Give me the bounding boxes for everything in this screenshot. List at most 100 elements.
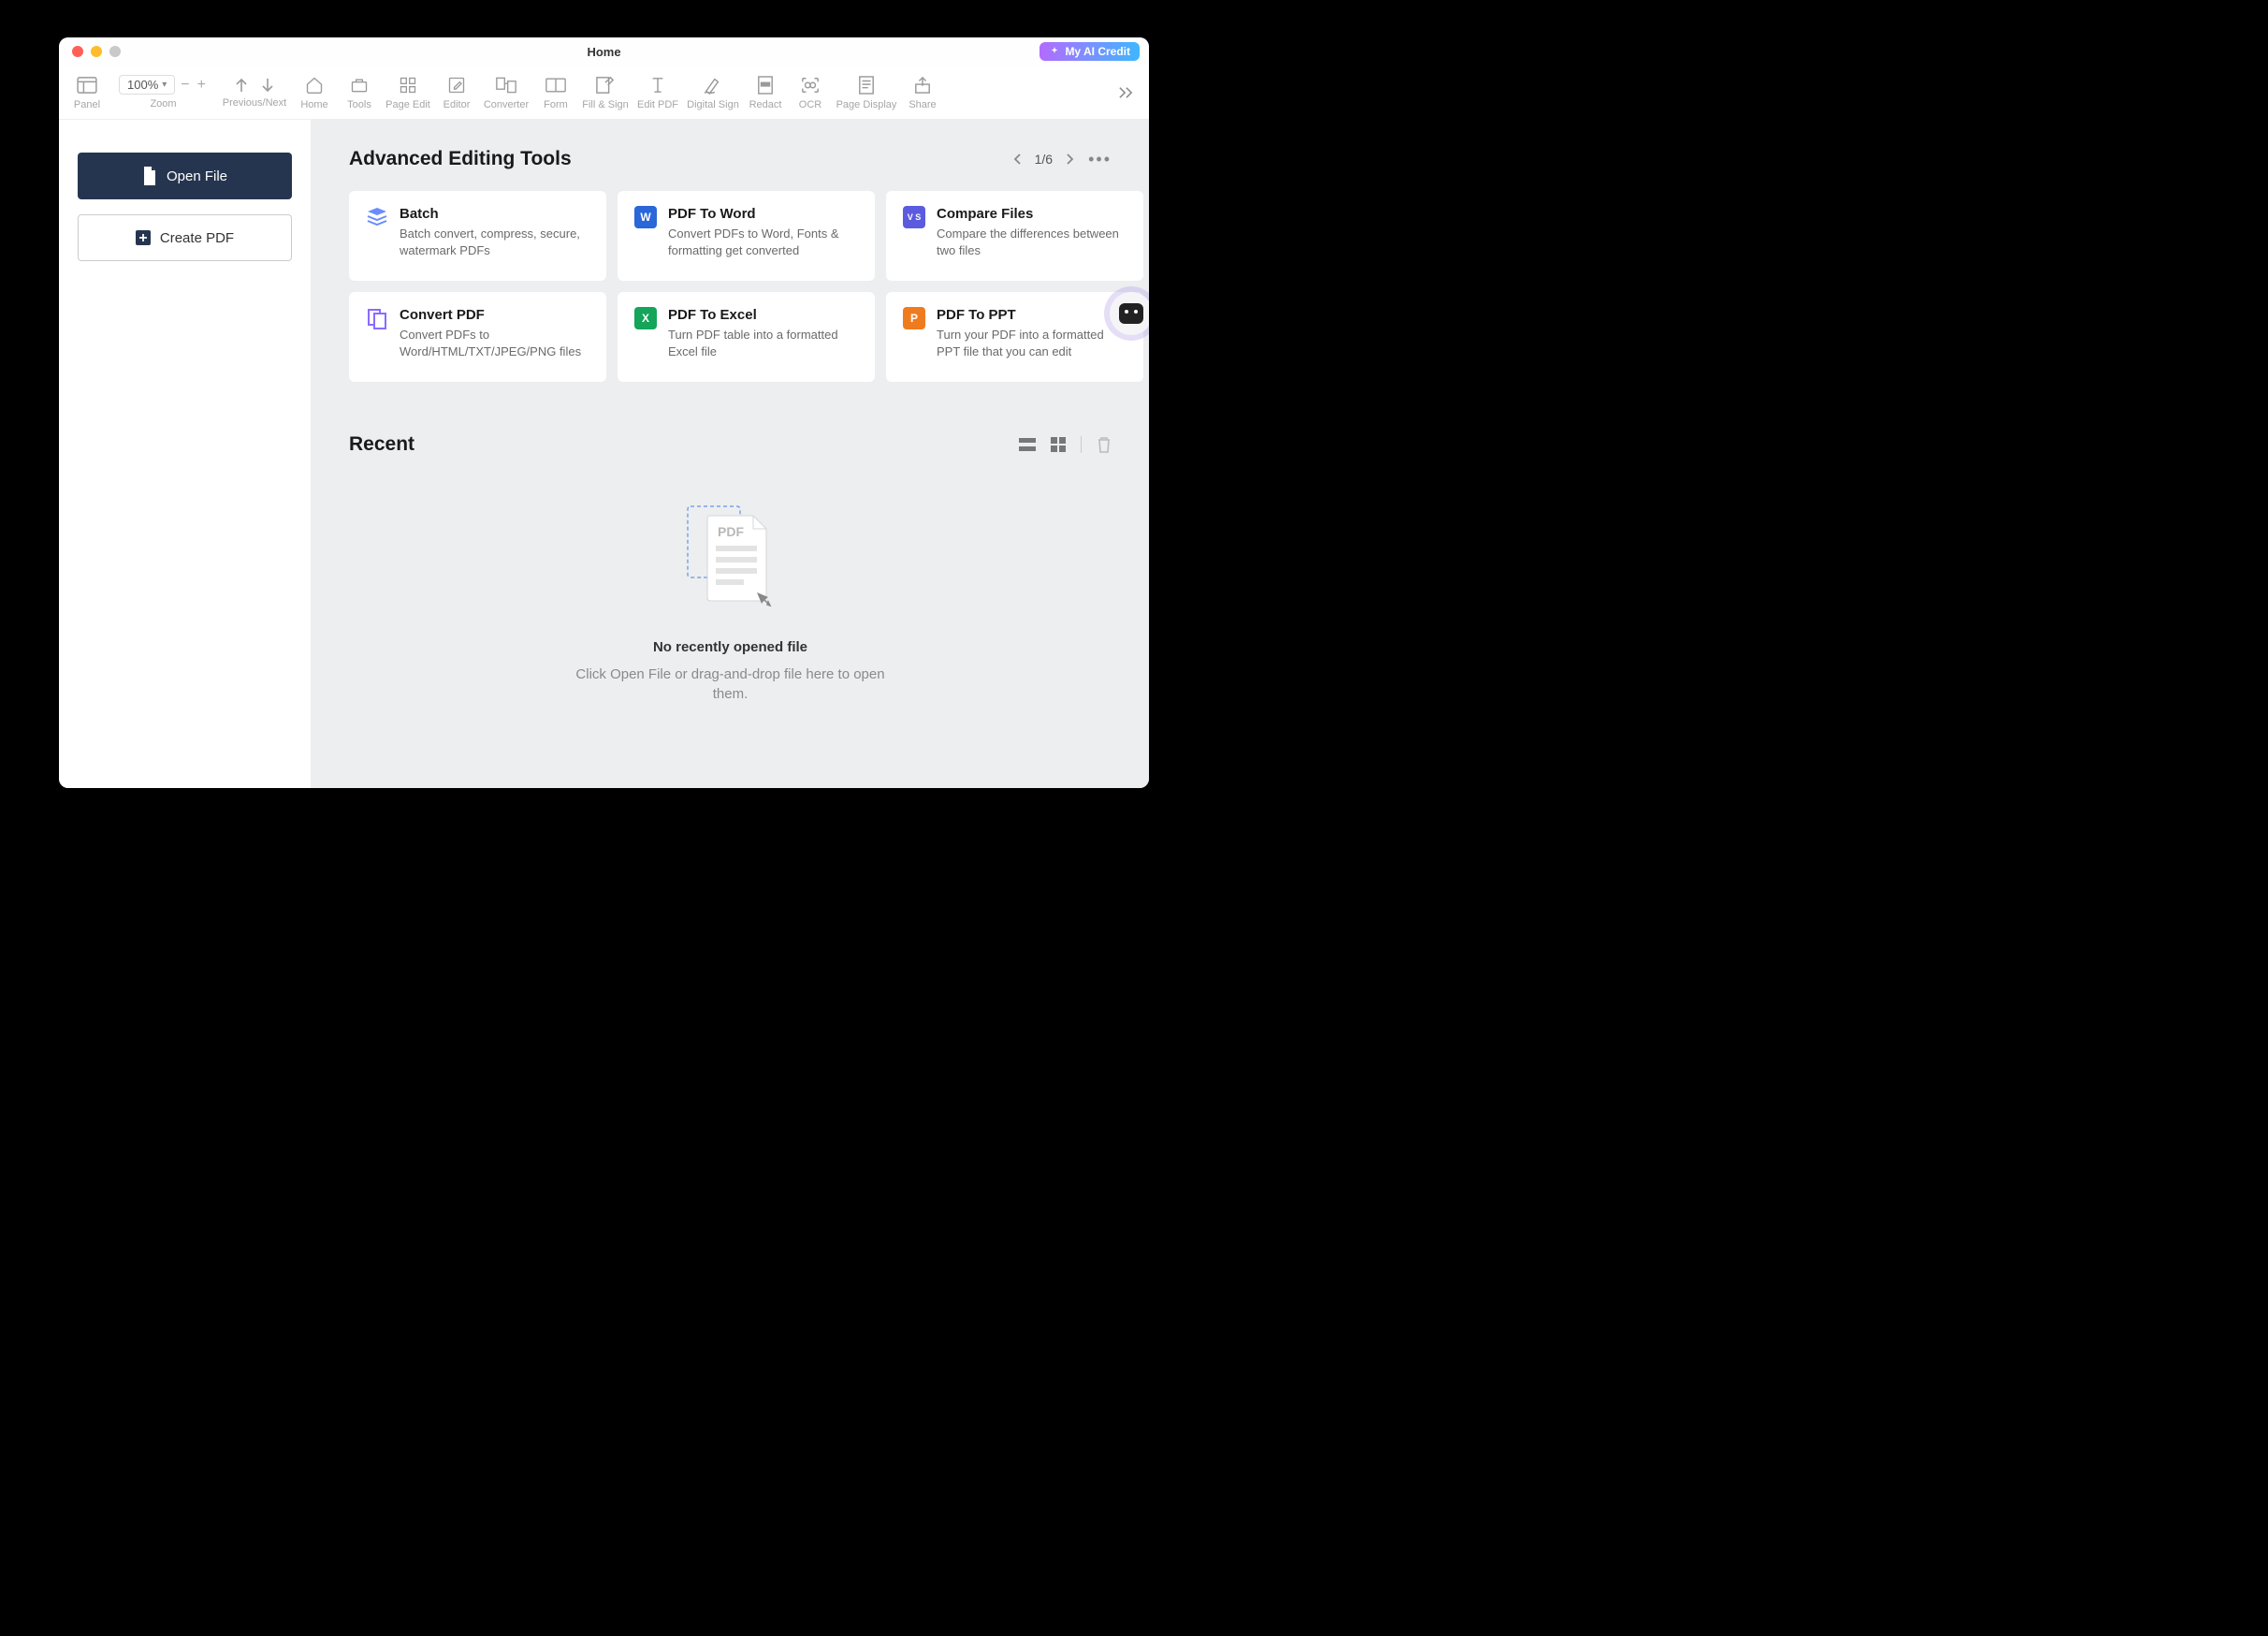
digitalsign-icon bbox=[703, 75, 723, 95]
close-window-button[interactable] bbox=[72, 46, 83, 57]
toolbar-pagedisplay-button[interactable]: Page Display bbox=[833, 68, 900, 117]
sidebar: Open File Create PDF bbox=[59, 120, 312, 788]
pageedit-icon bbox=[398, 75, 418, 95]
card-batch[interactable]: Batch Batch convert, compress, secure, w… bbox=[349, 191, 606, 281]
zoom-value: 100% bbox=[127, 78, 158, 92]
fillsign-icon bbox=[595, 75, 616, 95]
advanced-pager: 1/6 ••• bbox=[1012, 150, 1112, 169]
recent-empty-state: PDF No recently opened file Click Open F… bbox=[349, 503, 1149, 704]
toolbar-fillsign-button[interactable]: Fill & Sign bbox=[578, 68, 632, 117]
toolbar-form-label: Form bbox=[544, 99, 568, 110]
list-view-button[interactable] bbox=[1019, 438, 1036, 451]
toolbar: Panel 100% ▾ − + Zoom Previous/Next bbox=[59, 66, 1149, 120]
toolbar-zoom-label: Zoom bbox=[150, 98, 176, 110]
open-file-label: Open File bbox=[167, 168, 227, 184]
pager-next-button[interactable] bbox=[1066, 153, 1075, 166]
advanced-header: Advanced Editing Tools 1/6 ••• bbox=[349, 148, 1149, 170]
sparkle-icon bbox=[1049, 46, 1060, 57]
main-content: Advanced Editing Tools 1/6 ••• Batch Bat… bbox=[312, 120, 1149, 788]
ai-assistant-button[interactable] bbox=[1110, 292, 1149, 335]
toolbar-form-button[interactable]: Form bbox=[533, 68, 578, 117]
maximize-window-button[interactable] bbox=[109, 46, 121, 57]
card-compare-files[interactable]: V S Compare Files Compare the difference… bbox=[886, 191, 1143, 281]
toolbar-tools-label: Tools bbox=[347, 99, 371, 110]
toolbar-redact-button[interactable]: Redact bbox=[743, 68, 788, 117]
plus-icon bbox=[136, 230, 151, 245]
toolbar-fillsign-label: Fill & Sign bbox=[582, 99, 629, 110]
card-pdf-to-excel[interactable]: X PDF To Excel Turn PDF table into a for… bbox=[618, 292, 875, 382]
home-icon bbox=[304, 75, 325, 95]
window-controls bbox=[59, 46, 121, 57]
toolbar-converter-button[interactable]: Converter bbox=[479, 68, 533, 117]
ai-credit-label: My AI Credit bbox=[1065, 45, 1130, 58]
ai-robot-icon bbox=[1119, 303, 1143, 324]
minimize-window-button[interactable] bbox=[91, 46, 102, 57]
card-desc: Batch convert, compress, secure, waterma… bbox=[400, 226, 589, 258]
advanced-heading: Advanced Editing Tools bbox=[349, 148, 572, 170]
pager-more-button[interactable]: ••• bbox=[1088, 150, 1112, 169]
card-pdf-to-word[interactable]: W PDF To Word Convert PDFs to Word, Font… bbox=[618, 191, 875, 281]
empty-title: No recently opened file bbox=[653, 639, 807, 655]
toolbar-prevnext-group: Previous/Next bbox=[217, 68, 292, 117]
card-desc: Compare the differences between two file… bbox=[937, 226, 1127, 258]
toolbar-redact-label: Redact bbox=[749, 99, 782, 110]
grid-view-button[interactable] bbox=[1051, 437, 1066, 452]
recent-header: Recent bbox=[349, 433, 1149, 456]
toolbar-digitalsign-label: Digital Sign bbox=[687, 99, 739, 110]
card-desc: Turn PDF table into a formatted Excel fi… bbox=[668, 327, 858, 359]
convert-icon bbox=[366, 307, 388, 329]
card-title: PDF To Excel bbox=[668, 307, 858, 323]
next-button[interactable] bbox=[260, 77, 275, 94]
toolbar-pageedit-button[interactable]: Page Edit bbox=[382, 68, 434, 117]
panel-icon bbox=[77, 75, 97, 95]
create-pdf-button[interactable]: Create PDF bbox=[78, 214, 292, 261]
card-title: PDF To Word bbox=[668, 206, 858, 222]
delete-button[interactable] bbox=[1097, 436, 1112, 453]
toolbar-home-button[interactable]: Home bbox=[292, 68, 337, 117]
card-convert-pdf[interactable]: Convert PDF Convert PDFs to Word/HTML/TX… bbox=[349, 292, 606, 382]
zoom-out-button[interactable]: − bbox=[177, 77, 193, 94]
empty-illustration: PDF bbox=[684, 503, 778, 606]
tools-icon bbox=[349, 75, 370, 95]
main-body: Open File Create PDF Advanced Editing To… bbox=[59, 120, 1149, 788]
zoom-in-button[interactable]: + bbox=[194, 77, 210, 94]
editor-icon bbox=[446, 75, 467, 95]
toolbar-overflow-button[interactable] bbox=[1108, 86, 1143, 99]
previous-button[interactable] bbox=[234, 77, 249, 94]
empty-desc: Click Open File or drag-and-drop file he… bbox=[572, 665, 890, 704]
excel-icon: X bbox=[634, 307, 657, 329]
create-pdf-label: Create PDF bbox=[160, 230, 234, 246]
toolbar-editpdf-button[interactable]: Edit PDF bbox=[632, 68, 683, 117]
toolbar-tools-button[interactable]: Tools bbox=[337, 68, 382, 117]
app-window: Home My AI Credit Panel 100% ▾ − + bbox=[59, 37, 1149, 788]
form-icon bbox=[545, 75, 566, 95]
window-title: Home bbox=[59, 45, 1149, 59]
toolbar-zoom-group: 100% ▾ − + Zoom bbox=[109, 68, 217, 117]
card-desc: Turn your PDF into a formatted PPT file … bbox=[937, 327, 1127, 359]
toolbar-converter-label: Converter bbox=[484, 99, 529, 110]
toolbar-panel-button[interactable]: Panel bbox=[65, 68, 109, 117]
pager-prev-button[interactable] bbox=[1012, 153, 1022, 166]
share-icon bbox=[912, 75, 933, 95]
open-file-button[interactable]: Open File bbox=[78, 153, 292, 199]
toolbar-share-button[interactable]: Share bbox=[900, 68, 945, 117]
toolbar-prevnext-label: Previous/Next bbox=[223, 97, 286, 109]
toolbar-editpdf-label: Edit PDF bbox=[637, 99, 678, 110]
titlebar: Home My AI Credit bbox=[59, 37, 1149, 66]
toolbar-digitalsign-button[interactable]: Digital Sign bbox=[683, 68, 743, 117]
card-title: Batch bbox=[400, 206, 589, 222]
zoom-select[interactable]: 100% ▾ bbox=[119, 75, 175, 95]
editpdf-icon bbox=[647, 75, 668, 95]
compare-icon: V S bbox=[903, 206, 925, 228]
toolbar-ocr-button[interactable]: OCR bbox=[788, 68, 833, 117]
toolbar-share-label: Share bbox=[909, 99, 936, 110]
toolbar-home-label: Home bbox=[300, 99, 327, 110]
word-icon: W bbox=[634, 206, 657, 228]
pagedisplay-icon bbox=[856, 75, 877, 95]
ai-credit-button[interactable]: My AI Credit bbox=[1040, 42, 1140, 61]
redact-icon bbox=[755, 75, 776, 95]
recent-heading: Recent bbox=[349, 433, 414, 456]
card-pdf-to-ppt[interactable]: P PDF To PPT Turn your PDF into a format… bbox=[886, 292, 1143, 382]
divider bbox=[1081, 436, 1082, 453]
toolbar-editor-button[interactable]: Editor bbox=[434, 68, 479, 117]
